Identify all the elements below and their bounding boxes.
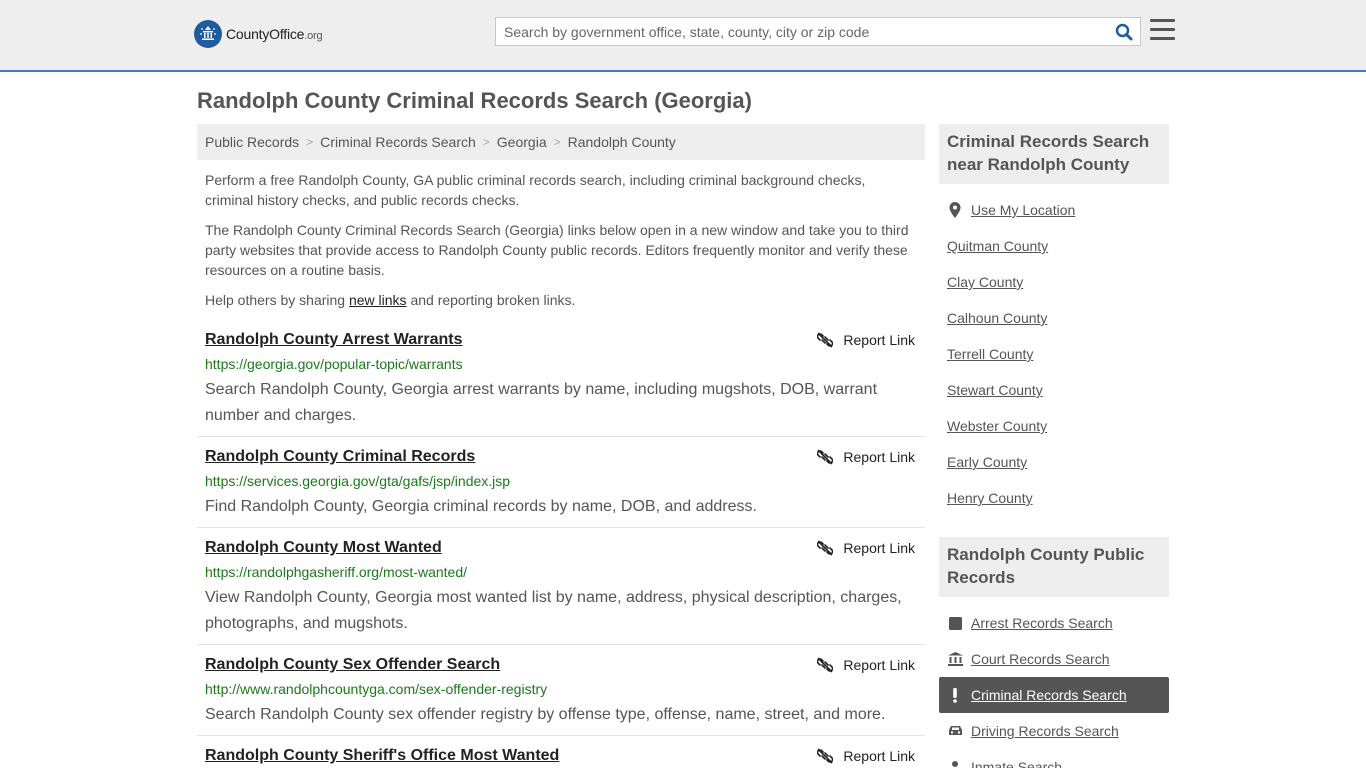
breadcrumb: Public Records > Criminal Records Search… bbox=[197, 124, 925, 160]
nearby-county-link[interactable]: Webster County bbox=[947, 418, 1047, 434]
result-title-link[interactable]: Randolph County Arrest Warrants bbox=[205, 331, 463, 349]
broken-link-icon bbox=[817, 332, 834, 348]
result-description: Search Randolph County, Georgia arrest w… bbox=[205, 381, 878, 424]
nearby-county-link[interactable]: Early County bbox=[947, 454, 1027, 470]
top-header: CountyOffice.org bbox=[0, 0, 1366, 72]
sidebar-item-court-records[interactable]: Court Records Search bbox=[939, 641, 1169, 677]
breadcrumb-criminal-records-search[interactable]: Criminal Records Search bbox=[320, 134, 476, 150]
sidebar-item-inmate-search[interactable]: Inmate Search bbox=[939, 749, 1169, 768]
sidebar-item-arrest-records[interactable]: Arrest Records Search bbox=[939, 605, 1169, 641]
intro-paragraph: Perform a free Randolph County, GA publi… bbox=[205, 172, 866, 208]
search-input[interactable] bbox=[496, 18, 1106, 45]
result-divider bbox=[197, 436, 925, 437]
breadcrumb-separator: > bbox=[553, 135, 561, 149]
sidebar-item-criminal-records[interactable]: Criminal Records Search bbox=[939, 677, 1169, 713]
square-icon bbox=[947, 615, 963, 631]
result-divider bbox=[197, 644, 925, 645]
result-title-link[interactable]: Randolph County Sex Offender Search bbox=[205, 656, 500, 674]
inmate-icon bbox=[947, 759, 963, 768]
result-divider bbox=[197, 527, 925, 528]
map-pin-icon bbox=[947, 202, 963, 218]
sidebar-item-driving-records[interactable]: Driving Records Search bbox=[939, 713, 1169, 749]
nearby-county-link[interactable]: Clay County bbox=[947, 274, 1023, 290]
hamburger-menu-icon[interactable] bbox=[1150, 19, 1175, 42]
broken-link-icon bbox=[817, 540, 834, 556]
result-url: http://www.randolphcountyga.com/sex-offe… bbox=[205, 681, 548, 697]
search-icon[interactable] bbox=[1114, 22, 1134, 42]
report-link-button[interactable]: Report Link bbox=[817, 748, 915, 764]
broken-link-icon bbox=[817, 449, 834, 465]
public-records-heading: Randolph County Public Records bbox=[939, 537, 1169, 597]
breadcrumb-public-records[interactable]: Public Records bbox=[205, 134, 299, 150]
courthouse-icon bbox=[947, 651, 963, 667]
exclamation-icon bbox=[947, 687, 963, 703]
logo-text: CountyOffice.org bbox=[226, 26, 323, 42]
intro-share-note: Help others by sharing new links and rep… bbox=[205, 292, 576, 308]
capitol-logo-icon bbox=[194, 20, 222, 48]
report-link-button[interactable]: Report Link bbox=[817, 332, 915, 348]
nearby-county-link[interactable]: Quitman County bbox=[947, 238, 1048, 254]
result-item: Randolph County Sheriff's Office Most Wa… bbox=[197, 747, 925, 768]
breadcrumb-georgia[interactable]: Georgia bbox=[497, 134, 547, 150]
result-title-link[interactable]: Randolph County Most Wanted bbox=[205, 539, 442, 557]
broken-link-icon bbox=[817, 748, 834, 764]
search-box bbox=[495, 17, 1141, 46]
report-link-button[interactable]: Report Link bbox=[817, 657, 915, 673]
nearby-county-link[interactable]: Henry County bbox=[947, 490, 1033, 506]
result-url: https://services.georgia.gov/gta/gafs/js… bbox=[205, 473, 511, 489]
result-url: https://randolphgasheriff.org/most-wante… bbox=[205, 564, 468, 580]
nearby-heading: Criminal Records Search near Randolph Co… bbox=[939, 124, 1169, 184]
breadcrumb-randolph-county[interactable]: Randolph County bbox=[568, 134, 676, 150]
nearby-county-link[interactable]: Calhoun County bbox=[947, 310, 1047, 326]
report-link-button[interactable]: Report Link bbox=[817, 540, 915, 556]
intro-disclaimer: The Randolph County Criminal Records Sea… bbox=[205, 222, 909, 278]
site-logo[interactable]: CountyOffice.org bbox=[194, 20, 323, 48]
result-description: Search Randolph County sex offender regi… bbox=[205, 706, 886, 723]
page-title: Randolph County Criminal Records Search … bbox=[197, 88, 752, 113]
new-links-link[interactable]: new links bbox=[349, 292, 407, 308]
result-title-link[interactable]: Randolph County Criminal Records bbox=[205, 448, 475, 466]
nearby-county-link[interactable]: Stewart County bbox=[947, 382, 1043, 398]
use-my-location-link[interactable]: Use My Location bbox=[939, 192, 1169, 228]
car-icon bbox=[947, 723, 963, 739]
result-title-link[interactable]: Randolph County Sheriff's Office Most Wa… bbox=[205, 747, 559, 765]
breadcrumb-separator: > bbox=[306, 135, 314, 149]
breadcrumb-separator: > bbox=[482, 135, 490, 149]
broken-link-icon bbox=[817, 657, 834, 673]
result-divider bbox=[197, 735, 925, 736]
report-link-button[interactable]: Report Link bbox=[817, 449, 915, 465]
result-url: https://georgia.gov/popular-topic/warran… bbox=[205, 356, 463, 372]
nearby-county-link[interactable]: Terrell County bbox=[947, 346, 1033, 362]
result-description: View Randolph County, Georgia most wante… bbox=[205, 589, 902, 632]
result-description: Find Randolph County, Georgia criminal r… bbox=[205, 498, 757, 515]
